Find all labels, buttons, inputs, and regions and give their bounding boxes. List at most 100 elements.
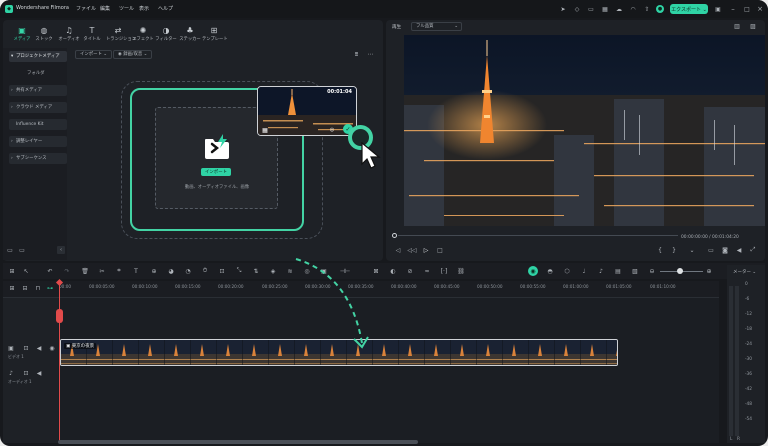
snap-icon[interactable]: ⊶ [46, 284, 54, 292]
sidebar-item-adjustment-layer[interactable]: › 調整レイヤー [9, 136, 67, 147]
tab-audio[interactable]: ♫ オーディオ [57, 26, 81, 42]
progress-handle[interactable] [392, 233, 397, 238]
menu-view[interactable]: 表示 [139, 5, 149, 12]
link-tracks-icon[interactable]: ⊟ [21, 284, 29, 292]
camera-icon[interactable]: ◙ [721, 246, 729, 254]
mark-out-icon[interactable]: } [670, 246, 678, 254]
headset-icon[interactable]: ◠ [628, 4, 638, 14]
play-back-icon[interactable]: ◁◁ [407, 246, 416, 254]
quality-dropdown[interactable]: フル品質 ⌄ [411, 22, 462, 31]
layout-icon[interactable]: ▣ [713, 4, 723, 14]
tab-sticker[interactable]: ♣ ステッカー [178, 26, 202, 42]
timer-icon[interactable]: ⏱ [201, 267, 209, 275]
adjust-icon[interactable]: ⇅ [252, 267, 260, 275]
dragged-media-thumbnail[interactable]: 00:01:04 ▦ ◎ ✓ [257, 86, 357, 136]
track-audio-icon[interactable]: ◀ [35, 344, 43, 352]
upload-icon[interactable]: ⇧ [642, 4, 652, 14]
zoom-icon[interactable]: ⊕ [150, 267, 158, 275]
previous-frame-icon[interactable]: ◁ [394, 246, 402, 254]
magnet-icon[interactable]: ⊓ [34, 284, 42, 292]
meter-title[interactable]: メーター ⌄ [733, 269, 756, 275]
preview-icon[interactable]: ◎ [328, 126, 336, 134]
crop-icon[interactable]: ⌗ [115, 267, 123, 275]
ai-tools-icon[interactable]: ◉ [528, 266, 538, 276]
protect-icon[interactable]: ◓ [546, 267, 554, 275]
menu-edit[interactable]: 編集 [100, 5, 110, 12]
shield-icon[interactable]: ⬡ [563, 267, 571, 275]
track-lock-icon[interactable]: ⊡ [22, 344, 30, 352]
zoom-slider-handle[interactable] [677, 268, 683, 274]
playhead-handle[interactable] [56, 309, 63, 323]
import-dropdown[interactable]: インポート ⌄ [75, 50, 113, 59]
new-folder-icon[interactable]: ▭ [6, 246, 14, 254]
sidebar-item-cloud-media[interactable]: › クラウド メディア [9, 102, 67, 113]
sidebar-item-project-media[interactable]: ▾ プロジェクトメディア [9, 51, 67, 62]
tab-transition[interactable]: ⇄ トランジション [106, 26, 136, 42]
zoom-in-icon[interactable]: ⊕ [705, 267, 713, 275]
expand-icon[interactable]: ⌄ [688, 246, 696, 254]
tag-icon[interactable]: ◇ [572, 4, 582, 14]
tab-stock[interactable]: ◍ ストック [32, 26, 56, 42]
link-icon[interactable]: ⛓ [457, 267, 465, 275]
select-tool-icon[interactable]: ↖ [22, 267, 30, 275]
color-icon[interactable]: ◕ [167, 267, 175, 275]
sidebar-item-shared-media[interactable]: › 共有メディア [9, 85, 67, 96]
mask-icon[interactable]: ◐ [389, 267, 397, 275]
sidebar-item-influence-kit[interactable]: Influence Kit [9, 119, 67, 130]
menu-help[interactable]: ヘルプ [158, 5, 173, 12]
folder-icon[interactable]: ▭ [18, 246, 26, 254]
snapshot-icon[interactable]: ▨ [748, 22, 758, 30]
menu-file[interactable]: ファイル [76, 5, 96, 12]
export-button[interactable]: エクスポート ⌄ [670, 4, 708, 14]
timeline-scrollbar[interactable] [58, 440, 418, 444]
account-icon[interactable]: ● [656, 5, 664, 13]
track-mute-icon[interactable]: ◀ [35, 369, 43, 377]
keyframe-icon[interactable]: ◈ [269, 267, 277, 275]
music-track-icon[interactable]: ♪ [597, 267, 605, 275]
preview-progress-bar[interactable] [398, 235, 678, 236]
add-track-icon[interactable]: ⊞ [8, 284, 16, 292]
minimize-icon[interactable]: – [728, 4, 738, 14]
bracket-icon[interactable]: [·] [440, 267, 448, 275]
send-icon[interactable]: ➤ [558, 4, 568, 14]
split-icon[interactable]: ✂ [98, 267, 106, 275]
tab-title[interactable]: T タイトル [80, 26, 104, 42]
speed-icon[interactable]: ◔ [184, 267, 192, 275]
cloud-icon[interactable]: ☁ [614, 4, 624, 14]
sidebar-item-folder[interactable]: フォルダ [27, 70, 45, 76]
track-lock-icon[interactable]: ⊡ [22, 369, 30, 377]
maximize-icon[interactable]: □ [742, 4, 752, 14]
close-icon[interactable]: × [755, 4, 765, 14]
filter-sort-icon[interactable]: ⩩ [352, 50, 361, 59]
menu-tools[interactable]: ツール [119, 5, 134, 12]
mark-in-icon[interactable]: { [656, 246, 664, 254]
text-icon[interactable]: T [132, 267, 140, 275]
record-dropdown[interactable]: ◉ 録画/収音 ⌄ [113, 50, 153, 59]
bookmark-icon[interactable]: ▭ [586, 4, 596, 14]
subtitle-icon[interactable]: ▤ [614, 267, 622, 275]
stop-icon[interactable]: □ [436, 246, 444, 254]
more-icon[interactable]: ⋯ [366, 50, 375, 59]
tab-media[interactable]: ▣ メディア [10, 26, 34, 42]
split-view-icon[interactable]: ▥ [732, 22, 742, 30]
layout-grid-icon[interactable]: ⊞ [8, 267, 16, 275]
microphone-icon[interactable]: ♩ [580, 267, 588, 275]
motion-icon[interactable]: ≈ [423, 267, 431, 275]
tab-filter[interactable]: ◑ フィルター [154, 26, 178, 42]
volume-icon[interactable]: ◀ [735, 246, 743, 254]
play-icon[interactable]: ▷ [422, 246, 430, 254]
playhead[interactable] [59, 282, 60, 443]
collapse-icon[interactable]: ‹ [57, 246, 65, 254]
tab-effect[interactable]: ✺ エフェクト [131, 26, 155, 42]
fit-icon[interactable]: ⤡ [235, 267, 243, 275]
track-visible-icon[interactable]: ◉ [48, 344, 56, 352]
fullscreen-icon[interactable]: ⤢ [749, 246, 757, 254]
freeze-icon[interactable]: ⊡ [218, 267, 226, 275]
zoom-out-icon[interactable]: ⊖ [648, 267, 656, 275]
delete-icon[interactable]: 🗑 [81, 267, 89, 275]
display-icon[interactable]: ▭ [707, 246, 715, 254]
redo-icon[interactable]: ↷ [63, 267, 71, 275]
undo-icon[interactable]: ↶ [46, 267, 54, 275]
sidebar-item-subsequence[interactable]: › サブシーケンス [9, 153, 67, 164]
detach-icon[interactable]: ⊠ [372, 267, 380, 275]
